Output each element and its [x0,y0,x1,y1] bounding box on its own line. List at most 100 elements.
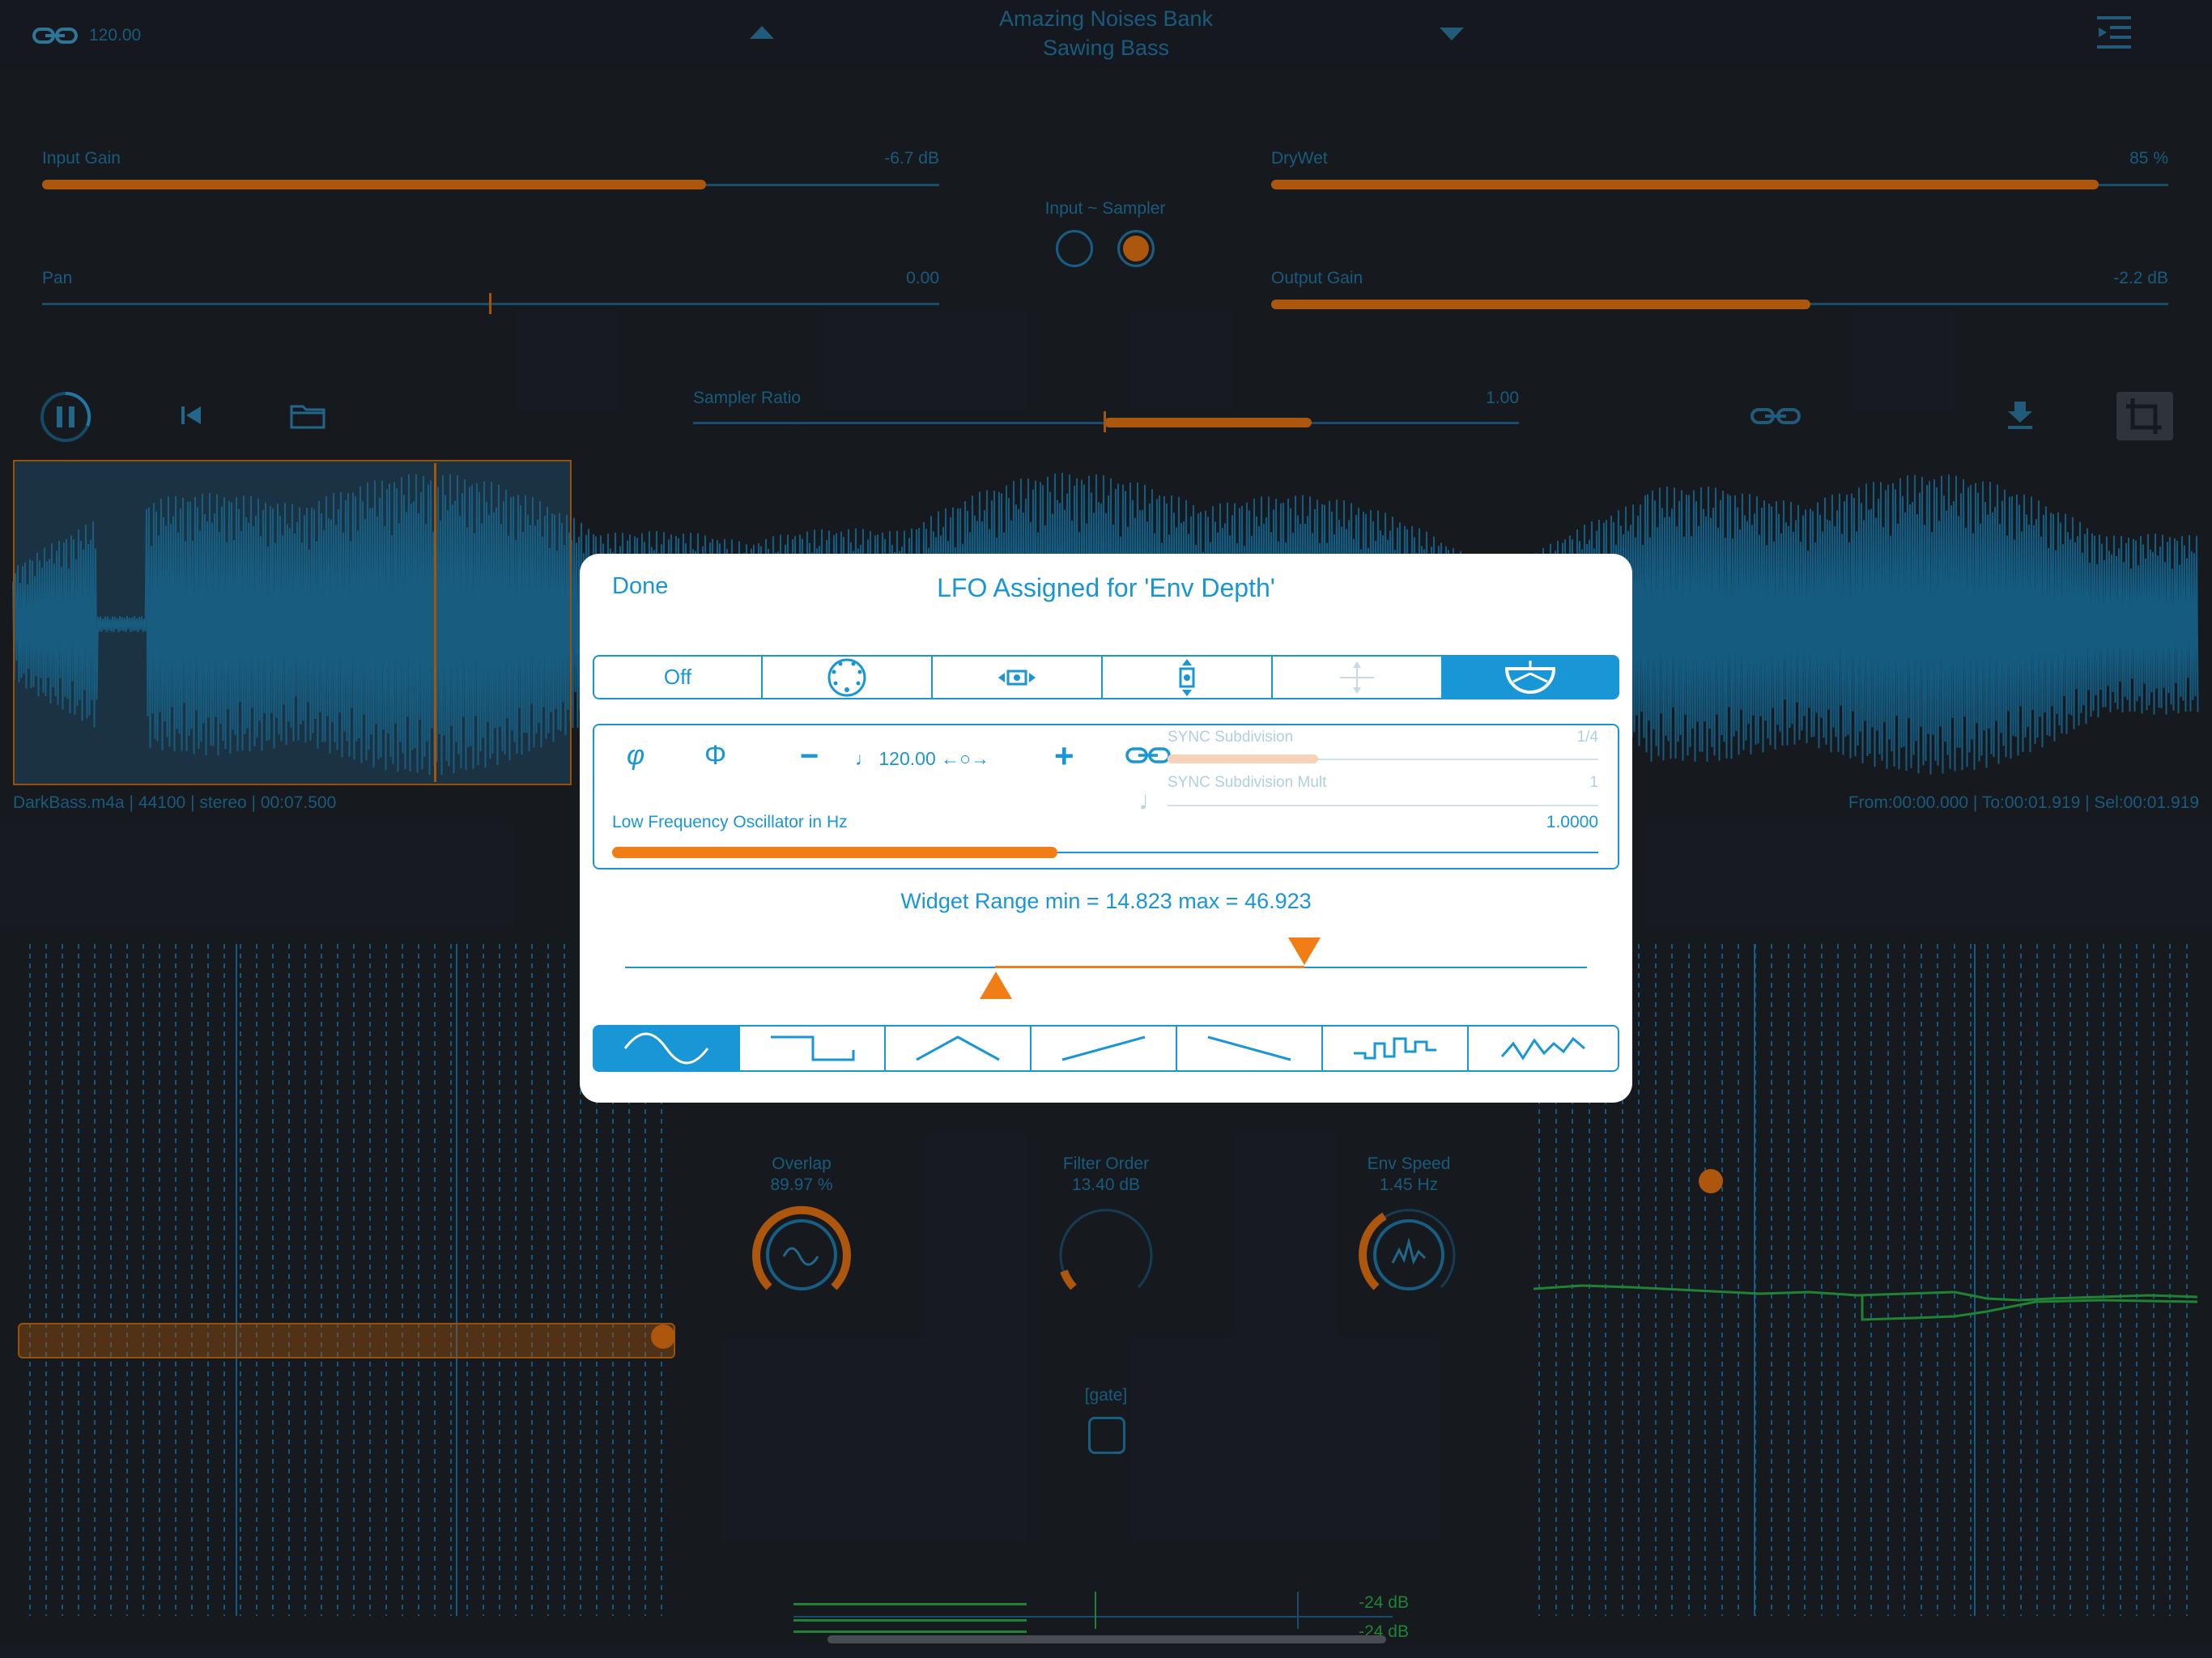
grid-dash-line [483,944,484,1616]
grid-dash-line [94,944,96,1616]
lfo-mode-xy[interactable] [1271,655,1443,699]
pan-value: 0.00 [906,269,939,287]
range-max-handle[interactable] [1288,937,1321,965]
grid-dash-line [29,944,31,1616]
sampler-ratio-fill [1104,418,1312,427]
pan-label: Pan [42,269,73,287]
input-gain-label: Input Gain [42,149,121,168]
grid-dash-line [143,944,144,1616]
grid-dash-line [450,944,452,1616]
input-sampler-label: Input ~ Sampler [1044,199,1166,218]
waveform-ramp-up[interactable] [1030,1025,1177,1072]
grid-dash-line [110,944,112,1616]
filter-order-knob[interactable] [1049,1198,1163,1312]
grid-dash-line [418,944,419,1616]
envelope-range-handle[interactable] [651,1324,675,1349]
lfo-mode-off[interactable]: Off [593,655,763,699]
output-gain-fill [1271,300,1810,309]
meter-marker [1095,1592,1096,1629]
tempo-decrease-button[interactable]: − [800,738,819,775]
envelope-follower-graph [1534,1284,2197,1321]
input-radio-button[interactable] [1056,230,1093,267]
tempo-increase-button[interactable]: + [1054,737,1074,776]
sync-note-icon: ♩ [1138,785,1166,816]
grid-dash-line [223,944,225,1616]
drywet-fill [1271,180,2099,189]
done-button[interactable]: Done [612,573,668,600]
skip-to-start-icon[interactable] [180,403,204,427]
lfo-mode-off-label: Off [663,665,692,689]
download-icon[interactable] [2006,400,2034,431]
sampler-radio-button[interactable] [1117,230,1155,267]
output-gain-label: Output Gain [1271,269,1363,287]
tempo-readout: 120.00 [89,26,142,45]
crop-button[interactable] [2116,392,2173,440]
previous-preset-arrow-icon[interactable] [748,24,776,40]
sampler-ratio-center-marker [1104,411,1106,432]
grid-dash-line [369,944,371,1616]
waveform-triangle[interactable] [884,1025,1032,1072]
xy-pad-icon [1340,661,1374,694]
next-preset-arrow-icon[interactable] [1438,26,1465,42]
modal-title: LFO Assigned for 'Env Depth' [937,573,1275,602]
envelope-icon [1391,1237,1427,1265]
grid-dash-line [272,944,274,1616]
gate-toggle[interactable] [1088,1417,1125,1454]
waveform-sine[interactable] [593,1025,740,1072]
ramp-down-shape-icon [1207,1035,1291,1061]
horizontal-scrollbar[interactable] [827,1635,1386,1643]
loop-link-icon[interactable] [1750,406,1801,426]
horizontal-slider-icon [998,670,1036,685]
drywet-label: DryWet [1271,149,1328,168]
triangle-shape-icon [916,1035,1000,1061]
lfo-mode-vertical[interactable] [1101,655,1273,699]
sampler-ratio-value: 1.00 [1486,389,1519,407]
phase-reset-button[interactable]: φ [627,740,644,772]
sync-subdivision-fill [1168,755,1318,763]
lfo-mode-knob[interactable] [761,655,933,699]
meter-scale-line [793,1616,1393,1618]
meter-label-top: -24 dB [1359,1593,1409,1612]
phase-button[interactable]: Φ [704,740,726,772]
bank-name[interactable]: Amazing Noises Bank [944,6,1268,32]
waveform-random-steps[interactable] [1321,1025,1469,1072]
waveform-square[interactable] [738,1025,886,1072]
sync-mult-slider[interactable] [1168,805,1598,806]
playhead[interactable] [434,463,436,782]
grid-dash-line [353,944,355,1616]
grid-dash-line [78,944,79,1616]
pause-icon[interactable] [39,390,92,444]
folder-icon[interactable] [290,402,325,429]
lfo-tempo-readout: ♩ 120.00 ←○→ [855,748,990,769]
sync-link-icon[interactable] [1125,746,1171,764]
waveform-random-smooth[interactable] [1467,1025,1619,1072]
xy-point-handle[interactable] [1699,1169,1723,1193]
menu-list-icon[interactable] [2095,15,2133,52]
link-icon[interactable] [32,24,78,47]
ramp-up-shape-icon [1061,1035,1146,1061]
input-gain-value: -6.7 dB [884,149,939,168]
env-speed-knob[interactable] [1352,1198,1465,1312]
overlap-label: Overlap [772,1154,832,1173]
grid-dash-line [321,944,322,1616]
overlap-knob[interactable] [745,1198,858,1312]
grid-dash-line [159,944,160,1616]
range-min-handle[interactable] [980,971,1012,999]
output-gain-value: -2.2 dB [2113,269,2168,287]
steps-shape-icon [1354,1037,1436,1060]
filter-order-value: 13.40 dB [1071,1175,1141,1194]
waveform-selection[interactable] [13,460,572,785]
vertical-slider-icon [1179,658,1195,696]
lfo-mode-range[interactable] [1441,655,1619,699]
grid-dash-line [45,944,47,1616]
square-shape-icon [771,1035,855,1061]
envelope-range-bar[interactable] [18,1323,675,1358]
lfo-mode-horizontal[interactable] [931,655,1103,699]
sync-subdivision-label: SYNC Subdivision [1168,729,1294,746]
crop-icon [2126,398,2162,434]
grid-dash-line [62,944,63,1616]
sine-wave-icon [782,1247,819,1266]
waveform-ramp-down[interactable] [1176,1025,1323,1072]
grid-dash-line [288,944,290,1616]
preset-name[interactable]: Sawing Bass [944,36,1268,61]
